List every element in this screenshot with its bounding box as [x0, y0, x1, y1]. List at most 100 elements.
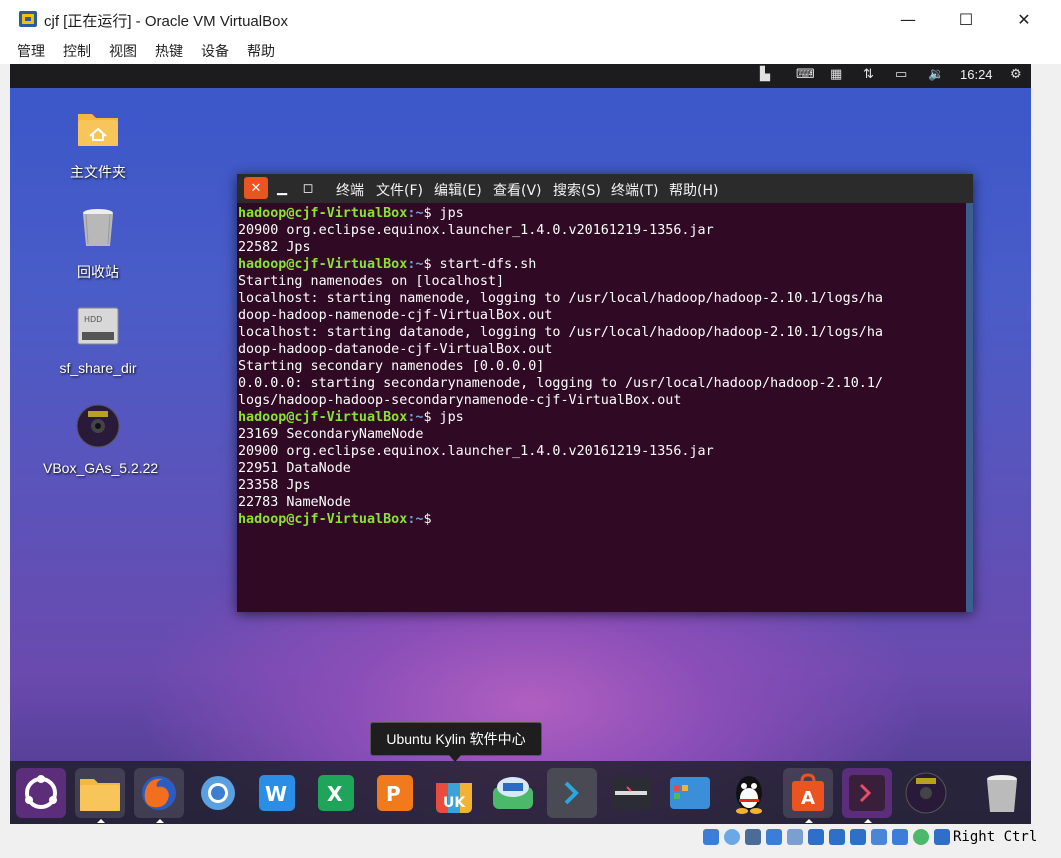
app-store-icon[interactable]: A — [783, 768, 833, 818]
terminal-scrollbar[interactable] — [966, 203, 973, 612]
files-icon[interactable] — [75, 768, 125, 818]
running-indicator — [805, 819, 813, 823]
disc-icon — [76, 404, 120, 448]
terminal-minimize-button[interactable]: ▁ — [270, 177, 294, 199]
keyboard-icon[interactable]: ⌨ — [796, 67, 815, 82]
terminal-maximize-button[interactable]: ◻ — [296, 177, 320, 199]
window-title: cjf [正在运行] - Oracle VM VirtualBox — [44, 13, 288, 30]
vscode-icon[interactable] — [547, 768, 597, 818]
clock[interactable]: 16:24 — [960, 67, 993, 82]
terminal-prompt-line: hadoop@cjf-VirtualBox:~$ start-dfs.sh — [238, 256, 964, 273]
terminal-menu-file[interactable]: 文件(F) — [376, 180, 423, 200]
prompt-user: hadoop@cjf-VirtualBox — [238, 410, 408, 425]
minimize-button[interactable]: — — [885, 0, 931, 38]
menu-control[interactable]: 控制 — [63, 41, 91, 61]
menu-view[interactable]: 视图 — [109, 41, 137, 61]
terminal-output-line: doop-hadoop-datanode-cjf-VirtualBox.out — [238, 342, 553, 357]
terminal-titlebar: ✕ ▁ ◻ 终端 文件(F) 编辑(E) 查看(V) 搜索(S) 终端(T) 帮… — [237, 174, 973, 203]
hdd-status-icon[interactable] — [703, 829, 719, 845]
folder-home-icon — [78, 114, 118, 146]
transfer-icon[interactable]: ⇅ — [863, 67, 874, 82]
terminal-output-line: 22582 Jps — [238, 240, 311, 255]
desktop-icon-share[interactable]: HDD sf_share_dir — [43, 302, 153, 376]
terminal-output-line: doop-hadoop-namenode-cjf-VirtualBox.out — [238, 308, 553, 323]
terminal-close-button[interactable]: ✕ — [244, 177, 268, 199]
shared-folder-status-icon[interactable] — [808, 829, 824, 845]
prompt-path: :~ — [407, 257, 424, 272]
audio-status-icon[interactable] — [745, 829, 761, 845]
prompt-user: hadoop@cjf-VirtualBox — [238, 257, 408, 272]
terminal-window[interactable]: ✕ ▁ ◻ 终端 文件(F) 编辑(E) 查看(V) 搜索(S) 终端(T) 帮… — [237, 174, 973, 612]
workspace-icon[interactable] — [665, 768, 715, 818]
terminal-prompt-line: hadoop@cjf-VirtualBox:~$ — [238, 511, 964, 528]
svg-text:UK: UK — [443, 795, 466, 811]
desktop-icon-label: 回收站 — [77, 264, 119, 280]
host-menubar: 管理 控制 视图 热键 设备 帮助 — [0, 38, 1061, 64]
menu-hotkey[interactable]: 热键 — [155, 41, 183, 61]
terminal-output-line: Starting secondary namenodes [0.0.0.0] — [238, 359, 545, 374]
desktop-icon-vboxgas[interactable]: VBox_GAs_5.2.22 — [43, 402, 159, 476]
terminal-menu-help[interactable]: 帮助(H) — [669, 180, 718, 200]
word-icon[interactable]: W — [252, 768, 302, 818]
display-status-icon[interactable] — [829, 829, 845, 845]
powerpoint-icon[interactable]: P — [370, 768, 420, 818]
close-button[interactable]: ✕ — [1001, 0, 1047, 38]
trash-icon[interactable] — [977, 768, 1027, 818]
terminal-output-line: localhost: starting datanode, logging to… — [238, 325, 883, 340]
desktop-icon-label: VBox_GAs_5.2.22 — [43, 460, 159, 476]
window-titlebar: cjf [正在运行] - Oracle VM VirtualBox — ☐ ✕ — [0, 0, 1061, 38]
menu-devices[interactable]: 设备 — [201, 41, 229, 61]
recording-status-icon[interactable] — [850, 829, 866, 845]
desktop-icon-home[interactable]: 主文件夹 — [43, 104, 153, 182]
chip-status-icon[interactable] — [892, 829, 908, 845]
excel-icon[interactable]: X — [311, 768, 361, 818]
terminal-output[interactable]: hadoop@cjf-VirtualBox:~$ jps 20900 org.ec… — [238, 205, 964, 609]
maximize-button[interactable]: ☐ — [943, 0, 989, 38]
cpu-status-icon[interactable] — [871, 829, 887, 845]
vbox-gas-icon[interactable] — [901, 768, 951, 818]
qq-icon[interactable] — [724, 768, 774, 818]
software-center-icon[interactable]: UK — [429, 768, 479, 818]
terminal-dark-icon[interactable] — [606, 768, 656, 818]
prompt-path: :~ — [407, 206, 424, 221]
network-status-icon[interactable] — [766, 829, 782, 845]
network-icon[interactable]: ▙ — [760, 67, 770, 82]
virtualbox-icon — [19, 11, 37, 27]
usb-status-icon[interactable] — [787, 829, 803, 845]
prompt-command: $ jps — [423, 206, 464, 221]
svg-text:A: A — [801, 788, 815, 809]
terminal-output-line: 22951 DataNode — [238, 461, 351, 476]
battery-icon[interactable]: ▭ — [895, 67, 907, 82]
menu-help[interactable]: 帮助 — [247, 41, 275, 61]
menu-manage[interactable]: 管理 — [17, 41, 45, 61]
terminal-icon[interactable] — [842, 768, 892, 818]
prompt-user: hadoop@cjf-VirtualBox — [238, 206, 408, 221]
ubuntu-kylin-icon[interactable] — [16, 768, 66, 818]
input-method-icon[interactable]: ▦ — [830, 67, 842, 82]
backup-icon[interactable] — [488, 768, 538, 818]
gear-icon[interactable]: ⚙ — [1010, 67, 1022, 82]
terminal-menu-search[interactable]: 搜索(S) — [553, 180, 601, 200]
terminal-menu-view[interactable]: 查看(V) — [493, 180, 542, 200]
host-statusbar: Right Ctrl — [0, 824, 1061, 858]
optical-status-icon[interactable] — [724, 829, 740, 845]
mouse-status-icon[interactable] — [934, 829, 950, 845]
terminal-menu-edit[interactable]: 编辑(E) — [434, 180, 482, 200]
svg-text:P: P — [386, 782, 401, 806]
terminal-output-line: 23358 Jps — [238, 478, 311, 493]
guest-topbar: ▙ ⌨ ▦ ⇅ ▭ 🔉 16:24 ⚙ — [10, 64, 1031, 88]
volume-icon[interactable]: 🔉 — [928, 67, 944, 82]
guest-screen[interactable]: ▙ ⌨ ▦ ⇅ ▭ 🔉 16:24 ⚙ 主文件夹 回收站 HDD sf_shar… — [10, 64, 1031, 824]
svg-text:HDD: HDD — [84, 315, 102, 324]
terminal-output-line: 22783 NameNode — [238, 495, 351, 510]
firefox-icon[interactable] — [134, 768, 184, 818]
terminal-output-line: 23169 SecondaryNameNode — [238, 427, 424, 442]
terminal-menu-terminal[interactable]: 终端 — [336, 180, 364, 200]
chromium-icon[interactable] — [193, 768, 243, 818]
integration-status-icon[interactable] — [913, 829, 929, 845]
host-key-label: Right Ctrl — [953, 829, 1038, 845]
desktop-icon-trash[interactable]: 回收站 — [43, 204, 153, 282]
terminal-output-line: Starting namenodes on [localhost] — [238, 274, 505, 289]
terminal-menu-term[interactable]: 终端(T) — [611, 180, 658, 200]
prompt-command: $ — [423, 512, 432, 527]
